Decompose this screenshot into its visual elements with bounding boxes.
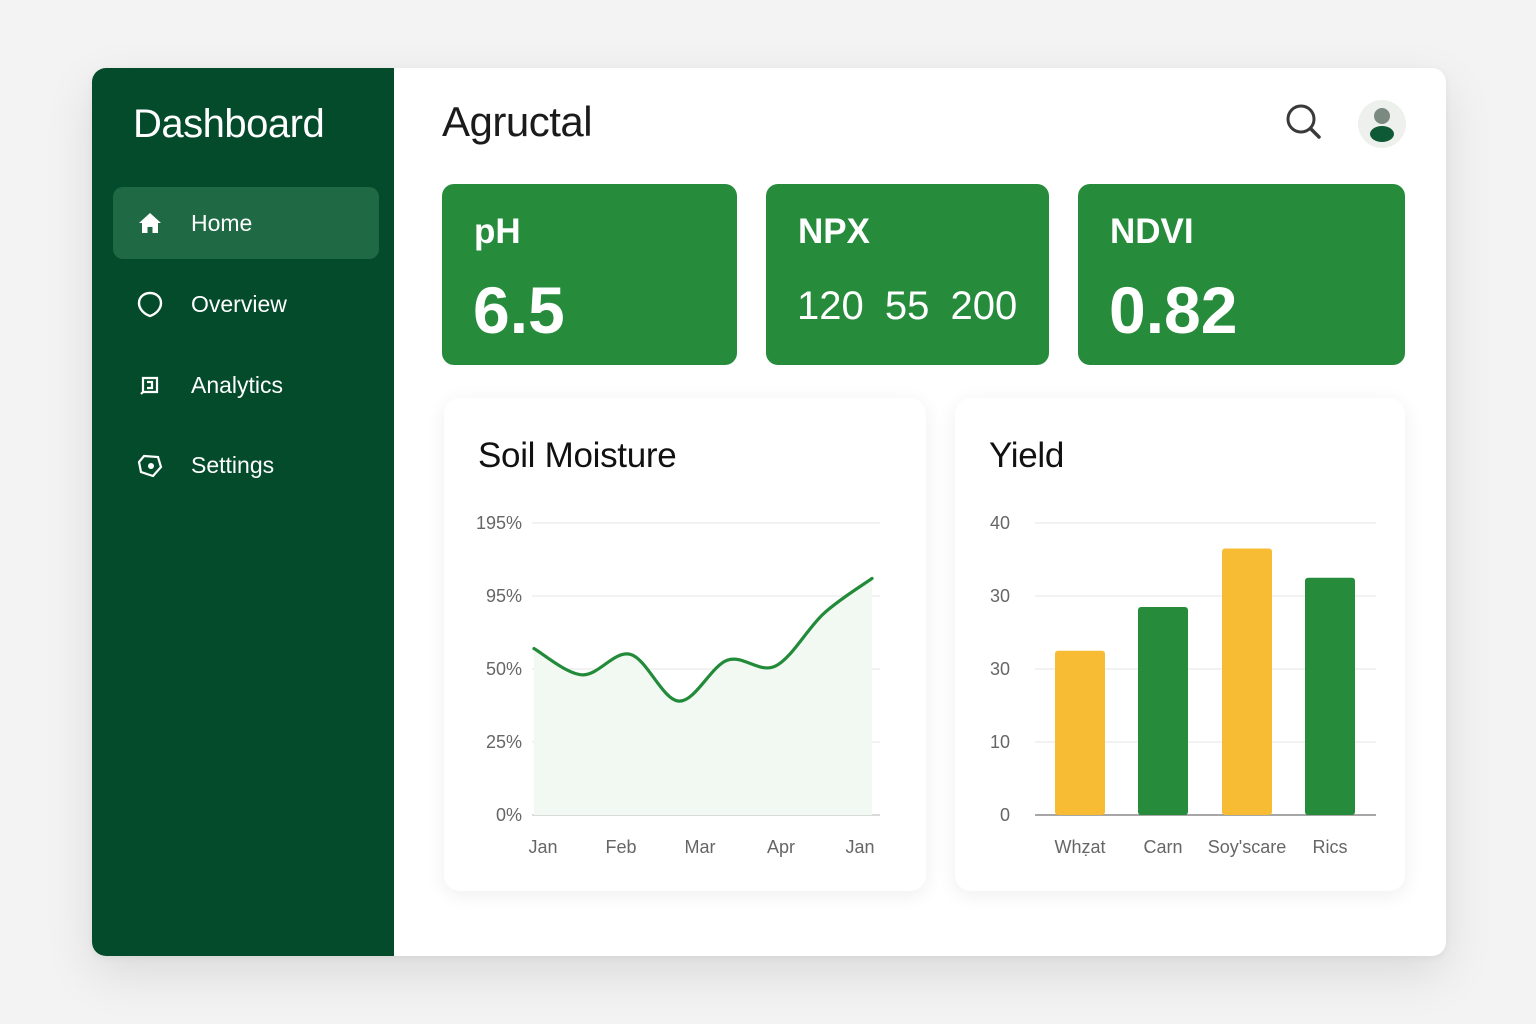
- sidebar-item-overview[interactable]: Overview: [113, 268, 379, 340]
- app-window: Dashboard Home Overview Analytics Settin…: [92, 68, 1446, 956]
- shield-icon: [136, 290, 164, 318]
- x-tick-label: Rics: [1313, 837, 1348, 857]
- ndvi-card[interactable]: NDVI 0.82: [1078, 184, 1405, 365]
- x-tick-label: Mar: [685, 837, 716, 857]
- search-icon[interactable]: [1284, 102, 1324, 142]
- x-tick-label: Apr: [767, 837, 795, 857]
- home-icon: [136, 209, 164, 237]
- yield-panel: Yield 0 10 30 30 40 Whẓat Carn Soy'scare Rics: [955, 398, 1405, 891]
- card-value: 120 55 200: [797, 284, 1018, 328]
- analytics-icon: [136, 371, 164, 399]
- x-tick-label: Jan: [528, 837, 557, 857]
- y-tick-label: 30: [990, 586, 1010, 606]
- y-tick-label: 50%: [486, 659, 522, 679]
- sidebar-item-home[interactable]: Home: [113, 187, 379, 259]
- card-value: 6.5: [473, 273, 565, 347]
- sidebar-item-label: Analytics: [191, 371, 284, 398]
- y-tick-label: 0%: [496, 805, 522, 825]
- bar: [1138, 606, 1188, 815]
- x-tick-label: Feb: [605, 837, 636, 857]
- soil-moisture-chart: 0% 25% 50% 95% 195% Jan Feb Mar Apr Jan: [476, 513, 880, 857]
- page-title: Agructal: [442, 98, 593, 145]
- y-tick-label: 25%: [486, 732, 522, 752]
- y-tick-label: 40: [990, 513, 1010, 533]
- card-value: 0.82: [1109, 273, 1238, 347]
- bar: [1222, 548, 1272, 815]
- settings-icon: [136, 451, 164, 479]
- yield-chart: 0 10 30 30 40 Whẓat Carn Soy'scare Rics: [990, 513, 1376, 857]
- x-tick-label: Soy'scare: [1208, 837, 1286, 857]
- npx-card[interactable]: NPX 120 55 200: [766, 184, 1049, 365]
- card-label: pH: [474, 212, 521, 251]
- y-tick-label: 195%: [476, 513, 522, 533]
- sidebar-item-analytics[interactable]: Analytics: [113, 349, 379, 421]
- bar: [1305, 577, 1355, 815]
- card-label: NDVI: [1110, 212, 1194, 251]
- sidebar: Dashboard Home Overview Analytics Settin…: [92, 68, 394, 956]
- y-tick-label: 30: [990, 659, 1010, 679]
- x-tick-label: Jan: [845, 837, 874, 857]
- sidebar-item-label: Home: [191, 209, 253, 236]
- sidebar-item-settings[interactable]: Settings: [113, 429, 379, 501]
- card-label: NPX: [798, 212, 870, 251]
- soil-moisture-panel: Soil Moisture 0% 25% 50% 95% 195% Jan Feb Mar Ap…: [444, 398, 926, 891]
- ph-card[interactable]: pH 6.5: [442, 184, 737, 365]
- sidebar-item-label: Settings: [191, 451, 275, 478]
- y-tick-label: 95%: [486, 586, 522, 606]
- user-avatar-icon[interactable]: [1358, 100, 1406, 148]
- y-tick-label: 0: [1000, 805, 1010, 825]
- sidebar-item-label: Overview: [191, 290, 287, 317]
- main-content: Agructal pH 6.5 NPX 120 55 200 NDVI 0.82…: [394, 68, 1446, 956]
- x-tick-label: Whẓat: [1054, 837, 1105, 857]
- sidebar-title: Dashboard: [133, 102, 325, 146]
- x-tick-label: Carn: [1143, 837, 1182, 857]
- y-tick-label: 10: [990, 732, 1010, 752]
- bar: [1055, 650, 1105, 815]
